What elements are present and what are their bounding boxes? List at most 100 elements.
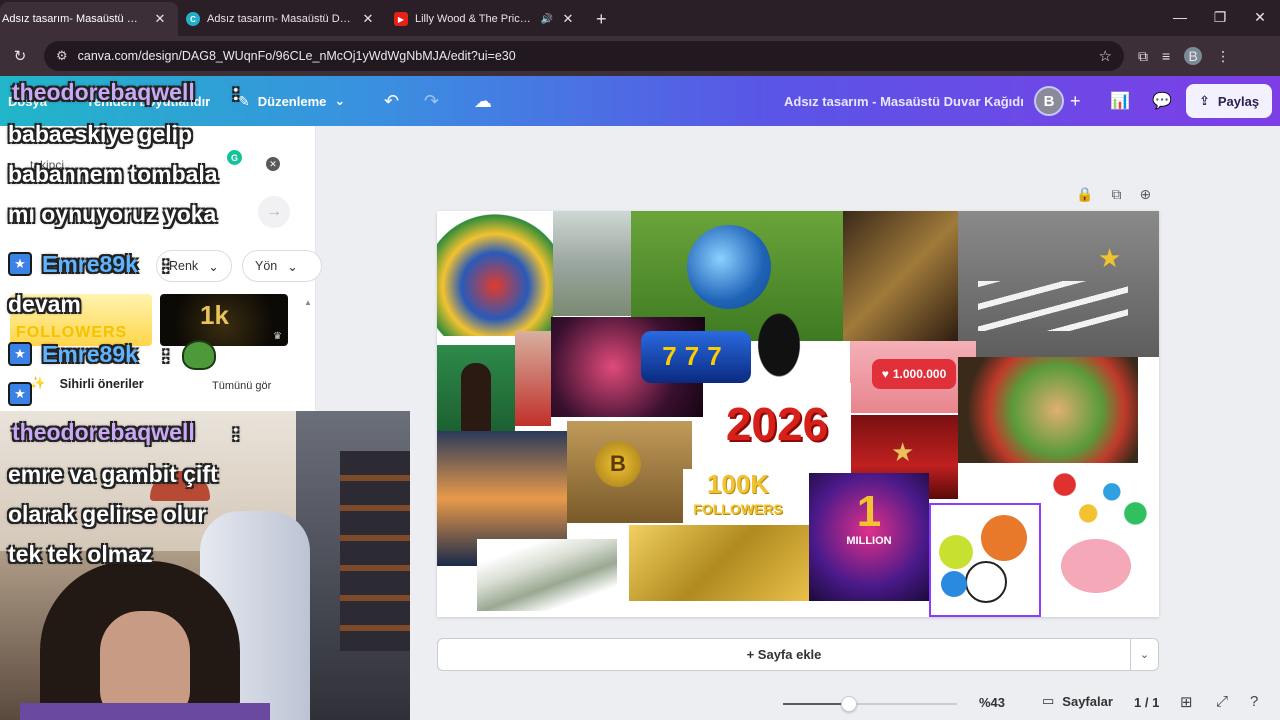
world-flags-ball-image[interactable] [437,211,553,336]
speaker-icon[interactable]: 🔊 [541,14,553,25]
money-stack-image[interactable] [477,539,617,611]
followers-100k-image[interactable]: 100K FOLLOWERS [683,469,793,531]
chat-message: emre va gambit çift [8,461,218,487]
profile-avatar[interactable]: B [1184,47,1203,65]
close-icon[interactable]: ✕ [152,11,168,27]
browser-tab-3[interactable]: ▶ Lilly Wood & The Prick and 🔊 ✕ [386,2,586,36]
year-2026-image[interactable]: 2026 [703,383,851,469]
sports-balls-image[interactable] [929,503,1041,617]
omnibox[interactable]: ⚙ canva.com/design/DAG8_WUqnFo/96CLe_nMc… [44,41,1124,71]
zoom-slider[interactable] [783,696,957,712]
result-thumbnail-1k[interactable]: 1k ♛ [160,294,288,346]
likes-count: 1.000.000 [892,367,947,381]
close-icon[interactable]: ✕ [560,11,576,27]
followers-count: 100K [706,469,770,499]
canva-favicon-icon: C [186,12,200,26]
undo-icon[interactable]: ↶ [384,91,399,112]
toolbar-right: ⧉ ≡ B ⋮ [1138,47,1230,65]
webcam-shelf [340,451,410,651]
collaborator-avatar[interactable]: B [1034,86,1064,116]
healthy-food-image[interactable] [958,357,1138,463]
chat-username: theodorebaqwell [12,419,195,445]
chat-colon: : [232,79,240,105]
maximize-icon[interactable]: ❐ [1200,0,1240,34]
chat-badge-icon: ★ [8,252,32,276]
bitcoin-coin-icon: B [595,441,641,487]
add-collaborator-icon[interactable]: + [1070,91,1081,112]
duplicate-page-icon[interactable]: ⧉ [1111,186,1121,203]
media-control-icon[interactable]: ≡ [1162,48,1170,64]
submit-arrow-icon[interactable]: → [258,196,290,228]
add-page-button[interactable]: + Sayfa ekle [437,638,1131,671]
colorful-hands-image[interactable] [1041,463,1159,535]
stairs-shape [978,281,1128,331]
analytics-icon[interactable]: 📊 [1110,91,1130,111]
heart-icon: ♥ [881,367,889,381]
volleyball-icon [941,571,967,597]
dancing-woman-image[interactable] [437,345,515,445]
document-title[interactable]: Adsız tasarım - Masaüstü Duvar Kağıdı [784,94,1024,109]
extensions-icon[interactable]: ⧉ [1138,48,1148,65]
browser-tab-bar: Adsız tasarım- Masaüstü Duvar ✕ C Adsız … [0,0,1280,36]
bitcoin-image[interactable]: B [567,421,692,523]
gold-bars-image[interactable] [629,525,809,601]
webcam-person-shirt [20,703,270,720]
clear-input-icon[interactable]: ✕ [266,157,280,171]
close-icon[interactable]: ✕ [360,11,376,27]
menu-dots-icon[interactable]: ⋮ [1216,48,1230,65]
bookmark-star-icon[interactable]: ☆ [1099,47,1112,65]
red-carpet-image[interactable] [515,331,551,426]
cloud-saved-icon[interactable]: ☁ [474,91,492,112]
page-count: 1 / 1 [1134,695,1160,710]
edit-mode-dropdown[interactable]: ✎ Düzenleme ⌄ [238,93,345,110]
meditating-brain-image[interactable] [1041,535,1159,617]
see-all-link[interactable]: Tümünü gör [212,380,271,392]
slot-machine-image[interactable]: 777 [641,331,751,383]
champagne-image[interactable] [843,211,961,341]
woman-figure [461,363,491,433]
year-text: 2026 [725,398,829,450]
pages-label: Sayfalar [1062,693,1113,709]
chat-badge-icon: ★ [8,342,32,366]
reload-icon[interactable]: ↻ [6,42,34,70]
filter-chip-direction[interactable]: Yön ⌄ [242,250,322,282]
add-page-icon[interactable]: ⊕ [1139,186,1151,203]
address-bar: ↻ ⚙ canva.com/design/DAG8_WUqnFo/96CLe_n… [0,36,1280,76]
edit-mode-label: Düzenleme [257,93,327,109]
minimize-icon[interactable]: — [1160,0,1200,34]
chevron-down-icon: ⌄ [208,259,219,274]
close-window-icon[interactable]: ✕ [1240,0,1280,34]
lock-icon[interactable]: 🔒 [1076,186,1093,203]
fullscreen-icon[interactable]: ⤢ [1216,693,1228,710]
house-image[interactable] [553,211,631,316]
zoom-slider-fill [783,703,849,705]
zoom-slider-knob[interactable] [841,696,857,712]
browser-tab-2[interactable]: C Adsız tasarım- Masaüstü Duvar ✕ [178,2,386,36]
chat-message: olarak gelirse olur [8,501,207,527]
slot-text: 777 [662,341,730,371]
pages-button[interactable]: ▭ Sayfalar [1042,693,1113,709]
help-icon[interactable]: ? [1250,693,1258,710]
page-tools: 🔒 ⧉ ⊕ [1076,186,1151,203]
grammarly-icon[interactable]: G [227,150,242,165]
zoom-value[interactable]: %43 [979,695,1005,710]
million-word: MILLION [846,535,892,547]
million-image[interactable]: 1 MILLION [809,473,929,601]
couple-silhouette-image[interactable] [743,291,815,381]
chevron-down-icon[interactable]: ⌄ [1130,638,1159,671]
site-settings-icon[interactable]: ⚙ [56,48,68,64]
chat-colon: : [162,341,170,367]
stairs-star-image[interactable]: ★ [958,211,1159,357]
url-text[interactable]: canva.com/design/DAG8_WUqnFo/96CLe_nMcOj… [78,49,1089,63]
scroll-up-icon[interactable]: ▲ [304,298,312,307]
comment-icon[interactable]: 💬 [1152,91,1172,111]
new-tab-button[interactable]: + [586,9,617,36]
million-number: 1 [856,487,882,536]
redo-icon[interactable]: ↷ [424,91,439,112]
share-button[interactable]: ⇪ Paylaş [1186,84,1272,118]
grid-view-icon[interactable]: ⊞ [1180,693,1193,711]
youtube-favicon-icon: ▶ [394,12,408,26]
browser-tab-1[interactable]: Adsız tasarım- Masaüstü Duvar ✕ [0,2,178,36]
design-canvas[interactable]: ★ 777 ♥ 1.000.000 2026 ★ B 100K FOLLOWER… [437,211,1159,617]
chat-message: babannem tombala [8,161,218,187]
